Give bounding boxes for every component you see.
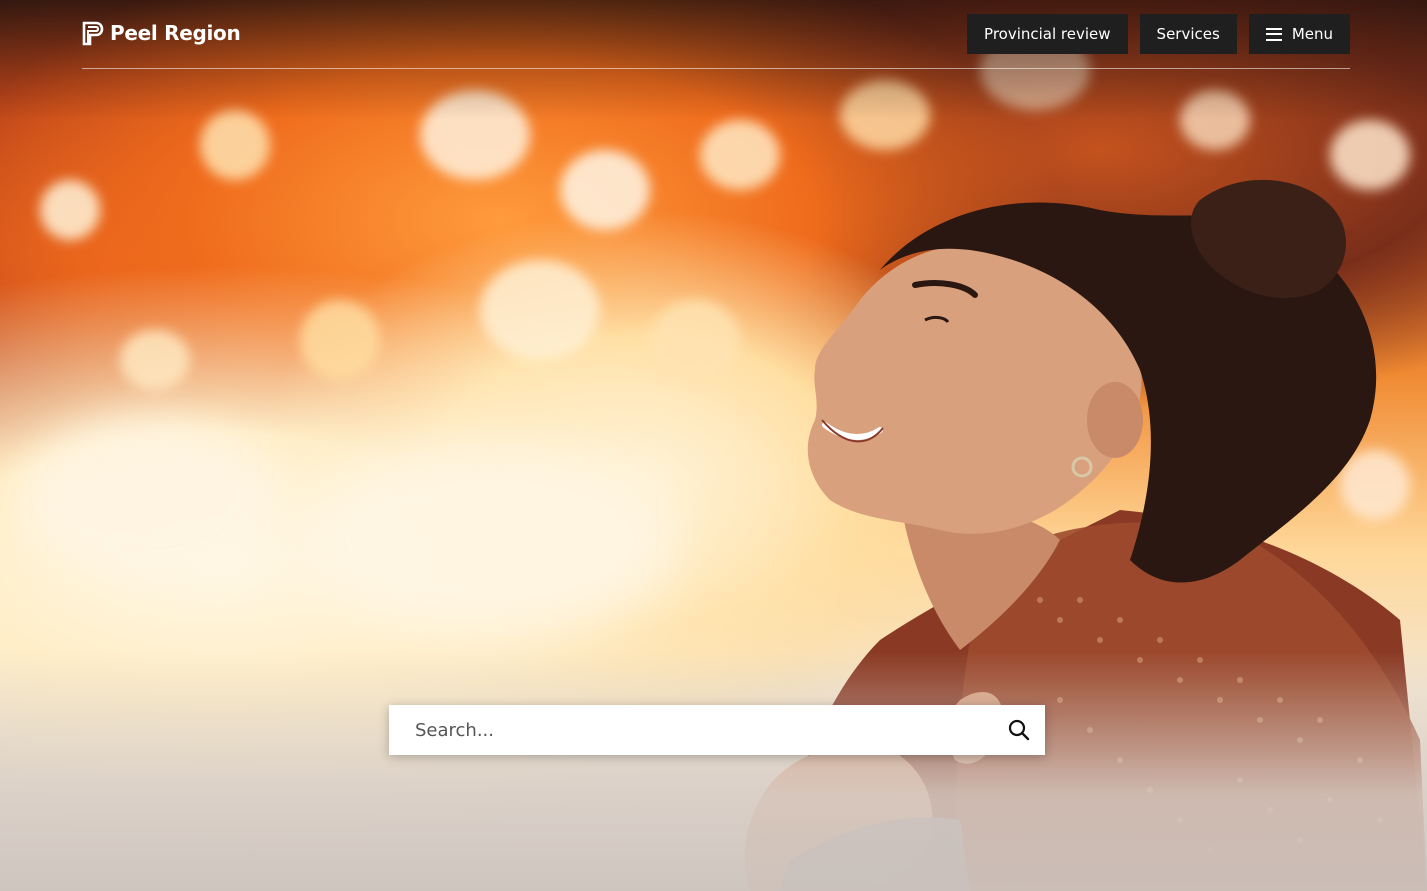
menu-button[interactable]: Menu [1248,14,1350,54]
brand-name: Peel Region [110,21,241,45]
page: Peel Region Provincial review Services M… [0,0,1427,891]
hamburger-menu-icon [1265,27,1282,41]
search-submit-button[interactable] [993,706,1045,754]
peel-region-logo-icon [82,21,104,46]
site-header: Peel Region Provincial review Services M… [82,14,1350,69]
provincial-review-label: Provincial review [984,25,1111,43]
home-logo-link[interactable]: Peel Region [82,20,241,46]
menu-label: Menu [1291,25,1333,43]
header-nav: Provincial review Services Menu [967,14,1350,54]
hero-bottom-fade [0,651,1427,891]
services-label: Services [1156,25,1220,43]
provincial-review-button[interactable]: Provincial review [967,14,1128,54]
search-icon [1008,719,1030,741]
services-button[interactable]: Services [1139,14,1237,54]
search-input[interactable] [389,706,993,754]
site-search-form [389,705,1045,755]
